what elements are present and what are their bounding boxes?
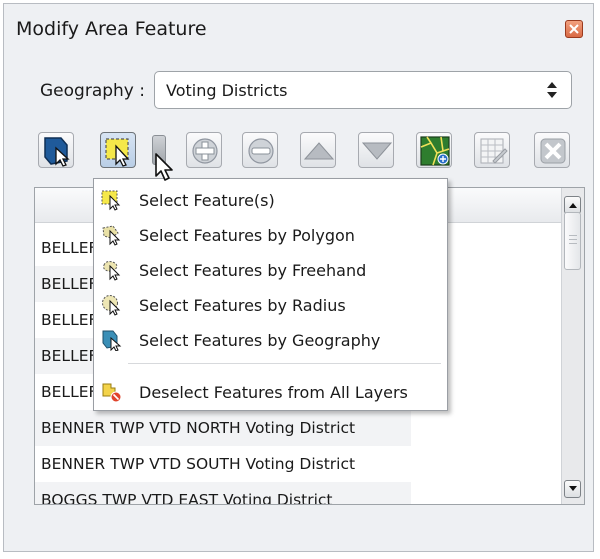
- remove-icon: [248, 138, 274, 164]
- scroll-up-icon: [569, 203, 577, 208]
- list-item[interactable]: BENNER TWP VTD NORTH Voting District: [35, 410, 411, 446]
- add-icon: [192, 138, 218, 164]
- add-button[interactable]: [186, 132, 222, 168]
- delete-icon: [540, 138, 566, 164]
- select-features-icon: [101, 190, 121, 211]
- menu-item-select-by-polygon[interactable]: Select Features by Polygon: [94, 218, 447, 252]
- mouse-cursor-icon: [155, 153, 173, 181]
- list-item[interactable]: BOGGS TWP VTD EAST Voting District: [35, 482, 411, 504]
- remove-button[interactable]: [242, 132, 278, 168]
- map-zoom-icon: [420, 136, 450, 166]
- menu-item-deselect-all[interactable]: Deselect Features from All Layers: [94, 375, 447, 409]
- map-zoom-button[interactable]: [416, 132, 452, 168]
- scroll-down-icon: [569, 486, 577, 491]
- dialog-title: Modify Area Feature: [16, 18, 207, 40]
- select-tool-menu: Select Feature(s) Select Features by Pol…: [93, 178, 448, 411]
- select-features-button[interactable]: [100, 132, 136, 168]
- menu-item-select-by-radius[interactable]: Select Features by Radius: [94, 288, 447, 322]
- select-freehand-icon: [103, 261, 121, 281]
- select-arrows-icon: [547, 82, 557, 98]
- select-by-geography-button[interactable]: [38, 132, 74, 168]
- attribute-table-button[interactable]: [474, 132, 510, 168]
- geography-label: Geography :: [40, 81, 145, 101]
- scroll-down-button[interactable]: [564, 480, 581, 498]
- geography-select[interactable]: Voting Districts: [154, 71, 572, 109]
- move-down-button[interactable]: [358, 132, 394, 168]
- select-radius-icon: [102, 295, 121, 316]
- select-polygon-icon: [102, 225, 121, 246]
- menu-item-select-by-freehand[interactable]: Select Features by Freehand: [94, 253, 447, 287]
- move-up-button[interactable]: [300, 132, 336, 168]
- select-geography-icon: [102, 330, 122, 351]
- geography-selected-value: Voting Districts: [166, 81, 288, 100]
- vertical-scrollbar[interactable]: [561, 188, 584, 504]
- list-item[interactable]: BENNER TWP VTD SOUTH Voting District: [35, 446, 411, 482]
- move-up-icon: [303, 142, 335, 160]
- deselect-all-icon: [102, 383, 122, 403]
- delete-button[interactable]: [534, 132, 570, 168]
- close-icon: [569, 24, 579, 34]
- select-by-geography-icon: [44, 137, 70, 167]
- menu-separator: [128, 363, 441, 364]
- scroll-thumb[interactable]: [564, 212, 581, 270]
- move-down-icon: [361, 142, 393, 160]
- menu-item-select-features[interactable]: Select Feature(s): [94, 183, 447, 217]
- close-button[interactable]: [565, 20, 583, 38]
- title-bar: Modify Area Feature: [4, 4, 593, 56]
- attribute-table-icon: [480, 138, 508, 164]
- select-features-icon: [105, 138, 130, 167]
- menu-item-select-by-geography[interactable]: Select Features by Geography: [94, 323, 447, 357]
